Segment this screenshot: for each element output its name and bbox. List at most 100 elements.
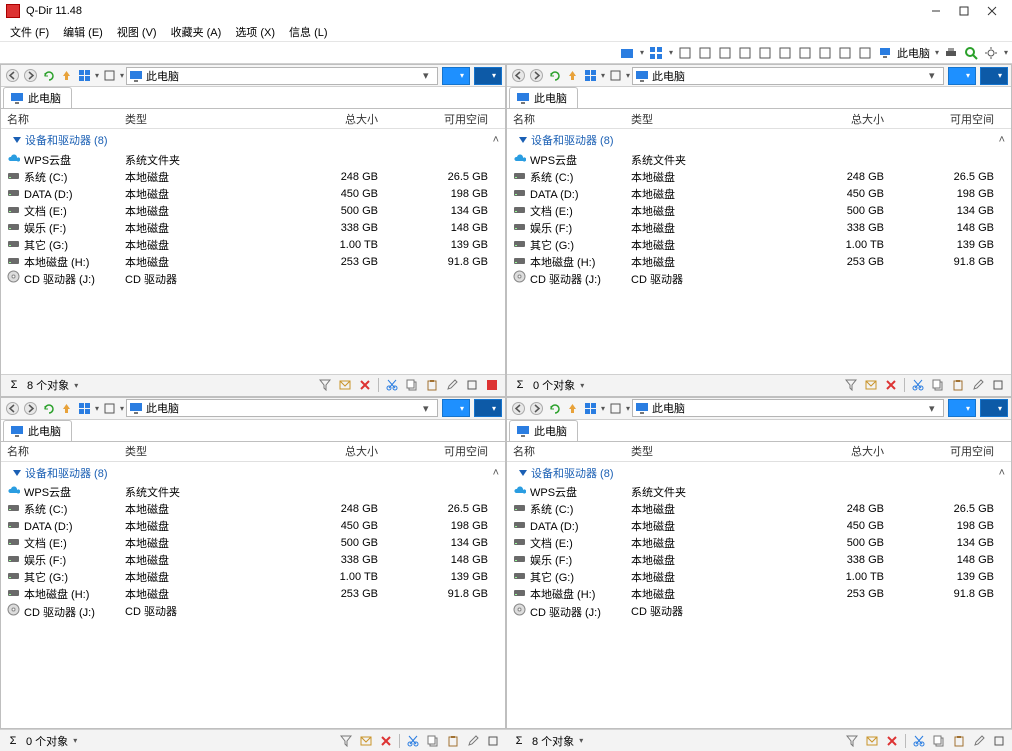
maximize-button[interactable]: [950, 1, 978, 21]
minimize-button[interactable]: [922, 1, 950, 21]
list-item[interactable]: 系统 (C:) 本地磁盘 248 GB 26.5 GB: [507, 168, 1011, 185]
address-input[interactable]: [652, 69, 926, 83]
toolbar-computer-label[interactable]: 此电脑: [897, 45, 930, 61]
filter-icon[interactable]: [845, 734, 859, 748]
list-item[interactable]: DATA (D:) 本地磁盘 450 GB 198 GB: [1, 518, 505, 535]
tab-computer[interactable]: 此电脑: [509, 420, 578, 441]
refresh-button[interactable]: [40, 400, 56, 416]
list-item[interactable]: WPS云盘 系统文件夹: [1, 151, 505, 168]
list-item[interactable]: 本地磁盘 (H:) 本地磁盘 253 GB 91.8 GB: [1, 253, 505, 270]
address-input[interactable]: [652, 401, 926, 415]
view-button-1[interactable]: ▾: [948, 399, 976, 417]
list-item[interactable]: DATA (D:) 本地磁盘 450 GB 198 GB: [507, 185, 1011, 202]
cut-icon[interactable]: [406, 734, 420, 748]
paste-icon[interactable]: [951, 378, 965, 392]
square-icon[interactable]: [717, 45, 733, 61]
list-item[interactable]: 其它 (G:) 本地磁盘 1.00 TB 139 GB: [1, 569, 505, 586]
address-dropdown[interactable]: ▾: [929, 402, 941, 415]
col-free[interactable]: 可用空间: [384, 440, 494, 462]
col-name[interactable]: 名称: [1, 108, 119, 130]
list-item[interactable]: 其它 (G:) 本地磁盘 1.00 TB 139 GB: [507, 569, 1011, 586]
col-free[interactable]: 可用空间: [890, 108, 1000, 130]
list-item[interactable]: WPS云盘 系统文件夹: [507, 151, 1011, 168]
layout-toggle-icon[interactable]: [76, 400, 92, 416]
view-button-2[interactable]: ▾: [980, 67, 1008, 85]
list-item[interactable]: DATA (D:) 本地磁盘 450 GB 198 GB: [1, 185, 505, 202]
menu-view[interactable]: 视图 (V): [111, 22, 163, 42]
cut-icon[interactable]: [911, 378, 925, 392]
layout-toggle-icon[interactable]: [76, 68, 92, 84]
menu-file[interactable]: 文件 (F): [4, 22, 55, 42]
refresh-button[interactable]: [546, 68, 562, 84]
computer-icon[interactable]: [877, 45, 893, 61]
address-bar[interactable]: ▾: [632, 67, 944, 85]
view-button-1[interactable]: ▾: [442, 67, 470, 85]
gear-icon[interactable]: [983, 45, 999, 61]
view-button-2[interactable]: ▾: [474, 67, 502, 85]
mail-icon[interactable]: [865, 734, 879, 748]
col-name[interactable]: 名称: [507, 440, 625, 462]
col-name[interactable]: 名称: [1, 440, 119, 462]
forward-button[interactable]: [22, 400, 38, 416]
col-free[interactable]: 可用空间: [384, 108, 494, 130]
back-button[interactable]: [4, 400, 20, 416]
properties-icon[interactable]: [991, 378, 1005, 392]
list-item[interactable]: 文档 (E:) 本地磁盘 500 GB 134 GB: [1, 535, 505, 552]
square-icon[interactable]: [817, 45, 833, 61]
cut-icon[interactable]: [385, 378, 399, 392]
menu-info[interactable]: 信息 (L): [283, 22, 334, 42]
col-size[interactable]: 总大小: [264, 440, 384, 462]
filter-icon[interactable]: [318, 378, 332, 392]
forward-button[interactable]: [528, 400, 544, 416]
delete-icon[interactable]: [379, 734, 393, 748]
edit-icon[interactable]: [971, 378, 985, 392]
group-header[interactable]: 设备和驱动器 (8) ˄: [1, 462, 505, 484]
list-item[interactable]: CD 驱动器 (J:) CD 驱动器: [1, 270, 505, 287]
list-item[interactable]: 本地磁盘 (H:) 本地磁盘 253 GB 91.8 GB: [507, 253, 1011, 270]
print-icon[interactable]: [943, 45, 959, 61]
tab-computer[interactable]: 此电脑: [509, 87, 578, 108]
paste-icon[interactable]: [446, 734, 460, 748]
view-button-1[interactable]: ▾: [442, 399, 470, 417]
col-size[interactable]: 总大小: [264, 108, 384, 130]
square-icon[interactable]: [857, 45, 873, 61]
forward-button[interactable]: [22, 68, 38, 84]
folder-blue-icon[interactable]: [619, 45, 635, 61]
view-button-2[interactable]: ▾: [980, 399, 1008, 417]
filter-icon[interactable]: [844, 378, 858, 392]
back-button[interactable]: [4, 68, 20, 84]
properties-icon[interactable]: [992, 734, 1006, 748]
file-list[interactable]: 设备和驱动器 (8) ˄ WPS云盘 系统文件夹 系统 (C:) 本地磁盘 24…: [1, 129, 505, 374]
refresh-button[interactable]: [40, 68, 56, 84]
square-icon[interactable]: [697, 45, 713, 61]
mail-icon[interactable]: [359, 734, 373, 748]
filter-icon[interactable]: [339, 734, 353, 748]
address-input[interactable]: [146, 69, 420, 83]
up-button[interactable]: [564, 68, 580, 84]
back-button[interactable]: [510, 68, 526, 84]
layout-toggle-icon[interactable]: [582, 400, 598, 416]
list-item[interactable]: 其它 (G:) 本地磁盘 1.00 TB 139 GB: [1, 236, 505, 253]
properties-icon[interactable]: [486, 734, 500, 748]
view-button-1[interactable]: ▾: [948, 67, 976, 85]
col-type[interactable]: 类型: [625, 108, 770, 130]
layout-icon[interactable]: [648, 45, 664, 61]
delete-icon[interactable]: [884, 378, 898, 392]
fav-menu-icon[interactable]: [607, 68, 623, 84]
file-list[interactable]: 设备和驱动器 (8) ˄ WPS云盘 系统文件夹 系统 (C:) 本地磁盘 24…: [507, 462, 1011, 729]
up-button[interactable]: [58, 68, 74, 84]
fav-menu-icon[interactable]: [101, 400, 117, 416]
address-input[interactable]: [146, 401, 420, 415]
file-list[interactable]: 设备和驱动器 (8) ˄ WPS云盘 系统文件夹 系统 (C:) 本地磁盘 24…: [507, 129, 1011, 374]
list-item[interactable]: 娱乐 (F:) 本地磁盘 338 GB 148 GB: [1, 219, 505, 236]
group-header[interactable]: 设备和驱动器 (8) ˄: [507, 129, 1011, 151]
mail-icon[interactable]: [864, 378, 878, 392]
list-item[interactable]: 系统 (C:) 本地磁盘 248 GB 26.5 GB: [1, 168, 505, 185]
forward-button[interactable]: [528, 68, 544, 84]
square-icon[interactable]: [757, 45, 773, 61]
col-size[interactable]: 总大小: [770, 440, 890, 462]
search-icon[interactable]: [963, 45, 979, 61]
list-item[interactable]: DATA (D:) 本地磁盘 450 GB 198 GB: [507, 518, 1011, 535]
address-bar[interactable]: ▾: [126, 399, 438, 417]
menu-favorites[interactable]: 收藏夹 (A): [165, 22, 228, 42]
